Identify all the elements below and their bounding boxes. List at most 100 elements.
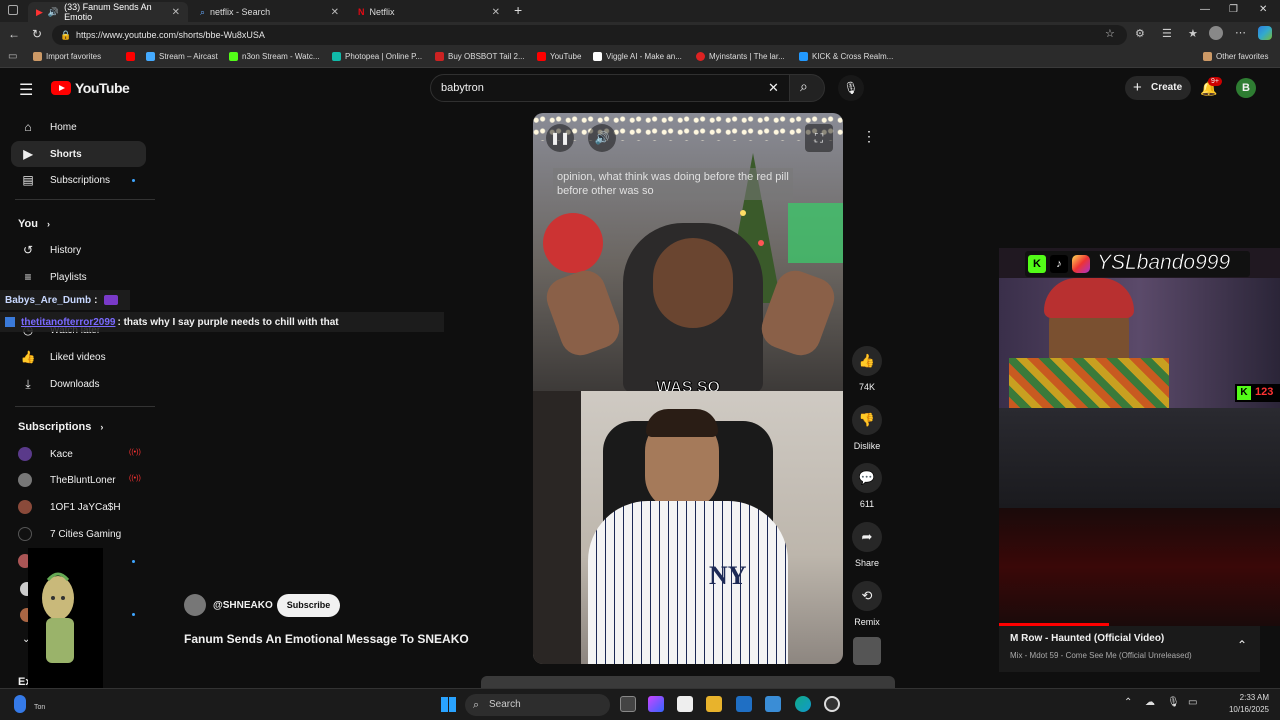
maximize-icon[interactable]: ❐ xyxy=(1229,4,1238,15)
tab-actions-icon[interactable] xyxy=(8,5,18,15)
close-window-icon[interactable]: ✕ xyxy=(1259,4,1267,15)
profile-icon[interactable] xyxy=(1209,26,1223,40)
mail-icon[interactable] xyxy=(765,696,781,712)
like-button[interactable]: 👍 74K xyxy=(851,346,883,392)
outlook-icon[interactable] xyxy=(736,696,752,712)
youtube-logo[interactable]: YouTube xyxy=(51,80,130,96)
bookmark-yt-dot[interactable] xyxy=(126,52,135,61)
subscriptions-heading[interactable]: Subscriptions › xyxy=(18,421,103,433)
volume-button[interactable]: 🔊 xyxy=(588,124,616,152)
keyboard-view xyxy=(999,408,1280,508)
expand-chevron-up-icon[interactable]: ⌃ xyxy=(1237,638,1247,652)
more-options-icon[interactable]: ⋮ xyxy=(862,128,876,145)
close-tab-icon[interactable]: ✕ xyxy=(172,7,180,18)
bookmark-other-favorites[interactable]: Other favorites xyxy=(1203,52,1268,61)
sub-item-kace[interactable]: Kace xyxy=(18,447,73,461)
task-view-icon[interactable] xyxy=(620,696,636,712)
store-icon[interactable] xyxy=(677,696,693,712)
sidebar-item-shorts[interactable]: ▶ Shorts xyxy=(11,141,146,167)
bookmark-aircast[interactable]: Stream – Aircast xyxy=(146,52,218,61)
new-content-dot xyxy=(132,179,135,182)
clear-search-icon[interactable]: ✕ xyxy=(768,75,779,101)
shorts-video-player[interactable]: opinion, what think was doing before the… xyxy=(533,113,843,664)
copilot-taskbar-icon[interactable] xyxy=(648,696,664,712)
sidebar-item-subscriptions[interactable]: ▤ Subscriptions xyxy=(11,167,146,193)
windows-start-icon[interactable] xyxy=(441,697,456,712)
url-field[interactable]: 🔒 https://www.youtube.com/shorts/bbe-Wu8… xyxy=(52,25,1127,45)
search-input[interactable]: babytron ✕ xyxy=(430,74,790,102)
sidebar-item-home[interactable]: ⌂ Home xyxy=(11,114,146,140)
sub-item-7cities[interactable]: 7 Cities Gaming xyxy=(18,527,121,541)
back-icon[interactable]: ← xyxy=(8,27,20,41)
taskbar-search[interactable]: ⌕ Search xyxy=(465,694,610,716)
beanie xyxy=(1044,278,1134,318)
tab-youtube[interactable]: ▶ 🔊 (33) Fanum Sends An Emotio ✕ xyxy=(28,2,188,22)
extensions-icon[interactable]: ⚙ xyxy=(1135,27,1145,40)
pause-button[interactable]: ❚❚ xyxy=(546,124,574,152)
weather-widget-icon[interactable] xyxy=(14,695,26,713)
close-tab-icon[interactable]: ✕ xyxy=(492,7,500,18)
favorite-star-icon[interactable]: ☆ xyxy=(1105,27,1115,40)
miniplayer[interactable]: M Row - Haunted (Official Video) Mix - M… xyxy=(999,623,1260,672)
tab-netflix[interactable]: N Netflix ✕ xyxy=(350,2,508,22)
sidebar-label: Downloads xyxy=(50,378,100,390)
bookmark-kick[interactable]: KICK & Cross Realm... xyxy=(799,52,893,61)
obs-icon[interactable] xyxy=(824,696,840,712)
new-tab-icon[interactable]: + xyxy=(514,2,522,18)
guide-menu-icon[interactable]: ☰ xyxy=(19,80,33,100)
channel-avatar[interactable] xyxy=(184,594,206,616)
bookmark-n3on[interactable]: n3on Stream - Watc... xyxy=(229,52,320,61)
dislike-button[interactable]: 👎 Dislike xyxy=(851,405,883,451)
bookmark-viggle[interactable]: Viggle AI - Make an... xyxy=(593,52,682,61)
comments-button[interactable]: 💬 611 xyxy=(851,463,883,509)
bookmark-myinstants[interactable]: Myinstants | The lar... xyxy=(696,52,785,61)
share-button[interactable]: ➦ Share xyxy=(851,522,883,568)
next-short-preview[interactable] xyxy=(481,676,895,688)
bookmark-menu-icon[interactable]: ▭ xyxy=(8,51,17,62)
collections-icon[interactable]: ☰ xyxy=(1162,27,1172,40)
voice-search-button[interactable]: 🎙 xyxy=(838,75,864,101)
sub-item-1of1[interactable]: 1OF1 JaYCa$H xyxy=(18,500,121,514)
favorites-icon[interactable]: ★ xyxy=(1188,27,1198,40)
copilot-icon[interactable] xyxy=(1258,26,1272,40)
channel-handle[interactable]: @SHNEAKO xyxy=(213,600,273,611)
account-avatar[interactable]: B xyxy=(1236,78,1256,98)
remix-button[interactable]: ⟲ Remix xyxy=(851,581,883,627)
search-value: babytron xyxy=(441,82,484,94)
sub-item-thebluntloner[interactable]: TheBluntLoner xyxy=(18,473,116,487)
microphone-tray-icon[interactable]: 🎙 xyxy=(1167,697,1180,708)
you-heading[interactable]: You › xyxy=(18,218,50,230)
clock-time[interactable]: 2:33 AM xyxy=(1237,693,1269,702)
sidebar-item-history[interactable]: ↺ History xyxy=(11,237,146,263)
edge-icon[interactable] xyxy=(795,696,811,712)
bookmark-photopea[interactable]: Photopea | Online P... xyxy=(332,52,422,61)
sidebar-item-downloads[interactable]: ⤓ Downloads xyxy=(11,371,146,397)
tray-chevron-icon[interactable]: ⌃ xyxy=(1124,697,1132,708)
file-explorer-icon[interactable] xyxy=(706,696,722,712)
close-tab-icon[interactable]: ✕ xyxy=(331,7,339,18)
onedrive-icon[interactable]: ☁ xyxy=(1145,697,1155,708)
subscriptions-icon: ▤ xyxy=(22,173,34,187)
network-icon[interactable]: ▭ xyxy=(1188,697,1197,708)
tab-label: Netflix xyxy=(369,7,395,17)
sound-avatar[interactable] xyxy=(853,637,881,665)
create-button[interactable]: + Create xyxy=(1125,76,1191,100)
pinstripe-jersey xyxy=(588,501,788,664)
refresh-icon[interactable]: ↻ xyxy=(32,27,42,41)
sidebar-item-playlists[interactable]: ≡ Playlists xyxy=(11,264,146,290)
clock-date[interactable]: 10/16/2025 xyxy=(1226,705,1269,714)
sidebar-item-liked-videos[interactable]: 👍 Liked videos xyxy=(11,344,146,370)
search-button[interactable]: ⌕ xyxy=(789,74,825,102)
bookmark-import[interactable]: Import favorites xyxy=(33,52,101,61)
bookmark-youtube[interactable]: YouTube xyxy=(537,52,581,61)
fullscreen-button[interactable]: ⛶ xyxy=(805,124,833,152)
person-face xyxy=(653,238,733,328)
chair-left xyxy=(533,391,581,664)
bookmark-obsbot[interactable]: Buy OBSBOT Tail 2... xyxy=(435,52,525,61)
live-indicator-icon: ((•)) xyxy=(129,449,141,456)
more-icon[interactable]: ⋯ xyxy=(1235,26,1246,39)
minimize-icon[interactable]: — xyxy=(1200,4,1210,15)
subscribe-button[interactable]: Subscribe xyxy=(277,594,340,617)
channel-avatar xyxy=(18,527,32,541)
tab-netflix-search[interactable]: ⌕ netflix - Search ✕ xyxy=(192,2,347,22)
